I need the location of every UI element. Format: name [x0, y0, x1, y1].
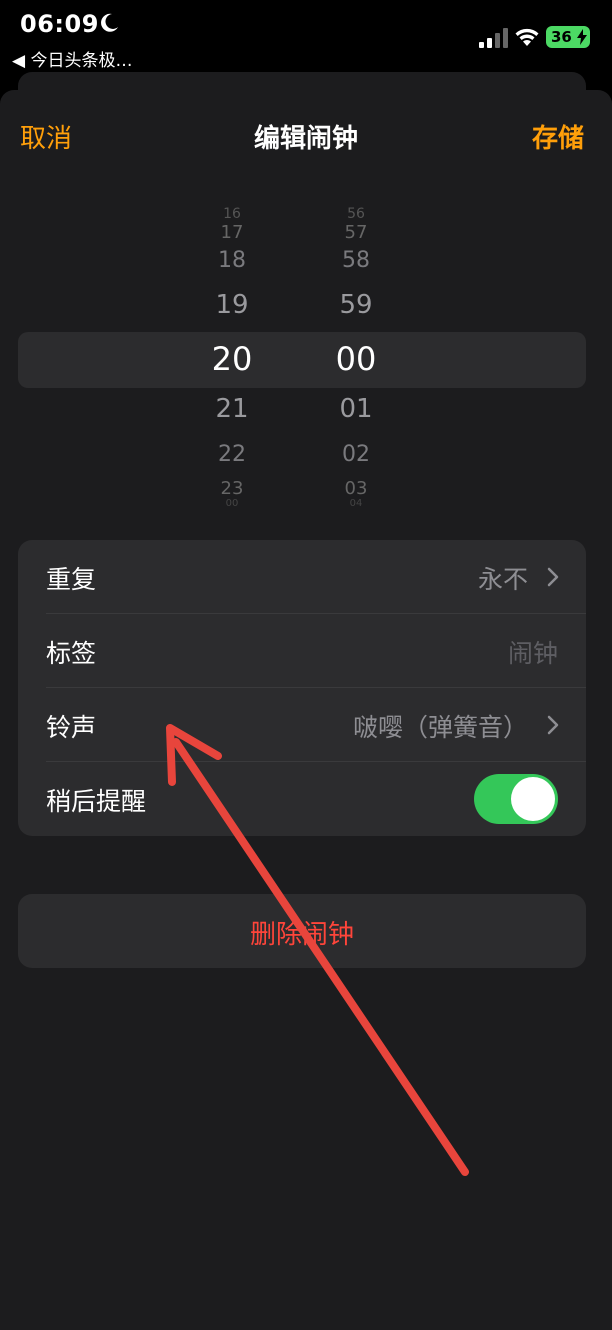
- repeat-value: 永不: [477, 565, 528, 594]
- chevron-right-icon: [547, 715, 559, 735]
- back-to-app-link[interactable]: ◀ 今日头条极…: [12, 46, 132, 71]
- selected-minute: 00: [335, 340, 377, 378]
- delete-alarm-button[interactable]: 删除闹钟: [18, 894, 586, 968]
- picker-hour-item: 22: [218, 442, 246, 467]
- sound-value: 啵嘤（弹簧音）: [352, 713, 528, 742]
- label-row-label: 标签: [46, 639, 97, 668]
- page-title: 编辑闹钟: [253, 124, 358, 154]
- save-button[interactable]: 存储: [532, 118, 584, 155]
- signal-icon: [479, 28, 508, 48]
- picker-hour-item: 16: [223, 206, 241, 222]
- chevron-right-icon: [547, 567, 559, 587]
- picker-minute-item: 57: [344, 222, 368, 243]
- picker-hour-item: 19: [215, 290, 249, 320]
- picker-minute-item: 03: [344, 478, 368, 499]
- status-bar: 06:09 ◀ 今日头条极… 36: [0, 0, 612, 80]
- cancel-button[interactable]: 取消: [20, 118, 72, 155]
- picker-minute-item: 58: [342, 248, 370, 273]
- picker-minute-item: 56: [347, 206, 365, 222]
- sound-row[interactable]: 铃声 啵嘤（弹簧音）: [18, 688, 586, 762]
- wifi-icon: [515, 28, 539, 46]
- repeat-row[interactable]: 重复 永不: [18, 540, 586, 614]
- selected-hour: 20: [211, 340, 253, 378]
- label-value[interactable]: 闹钟: [508, 634, 558, 670]
- picker-minute-item: 04: [349, 498, 363, 509]
- picker-selection-band: [18, 332, 586, 388]
- picker-hour-item: 18: [218, 248, 246, 273]
- picker-hour-item: 17: [220, 222, 244, 243]
- snooze-row: 稍后提醒: [18, 762, 586, 836]
- picker-hour-item: 23: [220, 478, 244, 499]
- battery-icon: 36: [546, 26, 590, 48]
- label-row[interactable]: 标签 闹钟: [18, 614, 586, 688]
- sound-label: 铃声: [46, 713, 97, 742]
- picker-minute-item: 59: [339, 290, 373, 320]
- alarm-settings-group: 重复 永不 标签 闹钟 铃声 啵嘤（弹簧音） 稍后提醒: [18, 540, 586, 836]
- delete-alarm-label: 删除闹钟: [249, 920, 354, 950]
- picker-hour-item: 00: [225, 498, 239, 509]
- moon-icon: [101, 13, 118, 32]
- toggle-knob: [511, 777, 555, 821]
- picker-minute-item: 02: [342, 442, 370, 467]
- status-time: 06:09: [20, 10, 99, 38]
- snooze-label: 稍后提醒: [46, 787, 147, 816]
- picker-minute-item: 01: [339, 394, 373, 424]
- repeat-label: 重复: [46, 565, 97, 594]
- battery-level: 36: [551, 28, 572, 46]
- charging-bolt-icon: [577, 29, 587, 45]
- picker-hour-item: 21: [215, 394, 249, 424]
- snooze-toggle[interactable]: [474, 774, 558, 824]
